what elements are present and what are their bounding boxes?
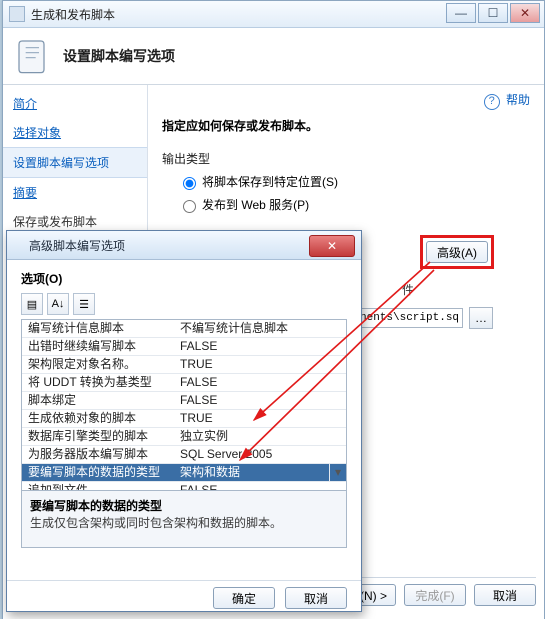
prop-row[interactable]: 为服务器版本编写脚本SQL Server 2005 xyxy=(22,446,346,464)
prop-row[interactable]: 数据库引擎类型的脚本独立实例 xyxy=(22,428,346,446)
prop-row[interactable]: 脚本绑定FALSE xyxy=(22,392,346,410)
minimize-button[interactable]: — xyxy=(446,3,476,23)
radio-web-label: 发布到 Web 服务(P) xyxy=(202,196,309,213)
file-path-input[interactable] xyxy=(357,308,463,328)
prop-name: 追加到文件 xyxy=(22,482,174,491)
prop-name: 要编写脚本的数据的类型 xyxy=(22,464,174,481)
prop-name: 为服务器版本编写脚本 xyxy=(22,446,174,463)
prop-value[interactable]: FALSE xyxy=(174,392,346,409)
dialog-icon xyxy=(13,239,25,251)
sort-icon: A↓ xyxy=(52,298,65,310)
radio-web[interactable] xyxy=(183,200,196,213)
description-text: 生成仅包含架构或同时包含架构和数据的脚本。 xyxy=(30,514,338,531)
prop-row[interactable]: 编写统计信息脚本不编写统计信息脚本 xyxy=(22,320,346,338)
prop-value[interactable]: 独立实例 xyxy=(174,428,346,445)
page-title: 设置脚本编写选项 xyxy=(63,46,175,66)
description-panel: 要编写脚本的数据的类型 生成仅包含架构或同时包含架构和数据的脚本。 xyxy=(21,491,347,548)
output-type-label: 输出类型 xyxy=(162,150,530,167)
prop-row[interactable]: 追加到文件FALSE xyxy=(22,482,346,491)
cancel-button[interactable]: 取消 xyxy=(474,584,536,606)
ellipsis-icon: … xyxy=(475,311,487,325)
nav-intro[interactable]: 简介 xyxy=(3,89,147,118)
dialog-titlebar: 高级脚本编写选项 ✕ xyxy=(7,231,361,260)
advanced-options-dialog: 高级脚本编写选项 ✕ 选项(O) ▤ A↓ ☰ 编写统计信息脚本不编写统计信息脚… xyxy=(6,230,362,612)
description-title: 要编写脚本的数据的类型 xyxy=(30,497,338,514)
close-icon: ✕ xyxy=(327,239,337,253)
categorized-icon: ▤ xyxy=(27,298,37,311)
prop-value[interactable]: TRUE xyxy=(174,356,346,373)
categorized-button[interactable]: ▤ xyxy=(21,293,43,315)
close-button[interactable]: ✕ xyxy=(510,3,540,23)
maximize-button[interactable]: ☐ xyxy=(478,3,508,23)
prop-value[interactable]: 不编写统计信息脚本 xyxy=(174,320,346,337)
prop-row[interactable]: 出错时继续编写脚本FALSE xyxy=(22,338,346,356)
nav-set-options[interactable]: 设置脚本编写选项 xyxy=(3,147,147,178)
radio-save-row[interactable]: 将脚本保存到特定位置(S) xyxy=(178,173,530,190)
app-icon xyxy=(9,6,25,22)
finish-button: 完成(F) xyxy=(404,584,466,606)
prop-icon: ☰ xyxy=(79,298,89,311)
prop-name: 脚本绑定 xyxy=(22,392,174,409)
window-controls: — ☐ ✕ xyxy=(444,3,540,23)
file-hint-label: 件 xyxy=(402,281,414,298)
nav-summary[interactable]: 摘要 xyxy=(3,178,147,207)
nav-select-objects[interactable]: 选择对象 xyxy=(3,118,147,147)
prop-value[interactable]: 架构和数据 xyxy=(174,464,329,481)
window-title: 生成和发布脚本 xyxy=(31,6,115,23)
prop-name: 编写统计信息脚本 xyxy=(22,320,174,337)
prop-value[interactable]: FALSE xyxy=(174,374,346,391)
dialog-ok-button[interactable]: 确定 xyxy=(213,587,275,609)
chevron-down-icon[interactable]: ▾ xyxy=(329,464,346,481)
prop-value[interactable]: SQL Server 2005 xyxy=(174,446,346,463)
file-path-row: … xyxy=(357,307,493,329)
prop-name: 将 UDDT 转换为基类型 xyxy=(22,374,174,391)
dialog-footer: 确定 取消 xyxy=(7,580,361,615)
advanced-button-highlight: 高级(A) xyxy=(420,235,494,269)
prop-row[interactable]: 将 UDDT 转换为基类型FALSE xyxy=(22,374,346,392)
prop-row[interactable]: 要编写脚本的数据的类型架构和数据▾ xyxy=(22,464,346,482)
property-grid[interactable]: 编写统计信息脚本不编写统计信息脚本出错时继续编写脚本FALSE架构限定对象名称。… xyxy=(21,319,347,491)
help-link[interactable]: ? 帮助 xyxy=(484,91,530,110)
prop-name: 生成依赖对象的脚本 xyxy=(22,410,174,427)
dialog-body: 选项(O) ▤ A↓ ☰ 编写统计信息脚本不编写统计信息脚本出错时继续编写脚本F… xyxy=(7,260,361,580)
instruction-text: 指定应如何保存或发布脚本。 xyxy=(162,117,530,134)
radio-web-row[interactable]: 发布到 Web 服务(P) xyxy=(178,196,530,213)
prop-row[interactable]: 生成依赖对象的脚本TRUE xyxy=(22,410,346,428)
script-scroll-icon xyxy=(17,36,51,76)
alphabetical-button[interactable]: A↓ xyxy=(47,293,69,315)
advanced-button[interactable]: 高级(A) xyxy=(426,241,488,263)
prop-row[interactable]: 架构限定对象名称。TRUE xyxy=(22,356,346,374)
header-panel: 设置脚本编写选项 xyxy=(3,28,544,85)
radio-save[interactable] xyxy=(183,177,196,190)
browse-button[interactable]: … xyxy=(469,307,493,329)
radio-save-label: 将脚本保存到特定位置(S) xyxy=(202,173,338,190)
prop-value[interactable]: TRUE xyxy=(174,410,346,427)
titlebar: 生成和发布脚本 — ☐ ✕ xyxy=(3,1,544,28)
prop-name: 数据库引擎类型的脚本 xyxy=(22,428,174,445)
help-label: 帮助 xyxy=(506,93,530,107)
prop-value[interactable]: FALSE xyxy=(174,338,346,355)
prop-name: 出错时继续编写脚本 xyxy=(22,338,174,355)
dialog-title: 高级脚本编写选项 xyxy=(29,237,125,254)
propgrid-toolbar: ▤ A↓ ☰ xyxy=(21,293,347,315)
prop-value[interactable]: FALSE xyxy=(174,482,346,491)
help-icon: ? xyxy=(484,94,500,110)
property-pages-button[interactable]: ☰ xyxy=(73,293,95,315)
dialog-cancel-button[interactable]: 取消 xyxy=(285,587,347,609)
prop-name: 架构限定对象名称。 xyxy=(22,356,174,373)
options-label: 选项(O) xyxy=(21,270,347,287)
dialog-close-button[interactable]: ✕ xyxy=(309,235,355,257)
